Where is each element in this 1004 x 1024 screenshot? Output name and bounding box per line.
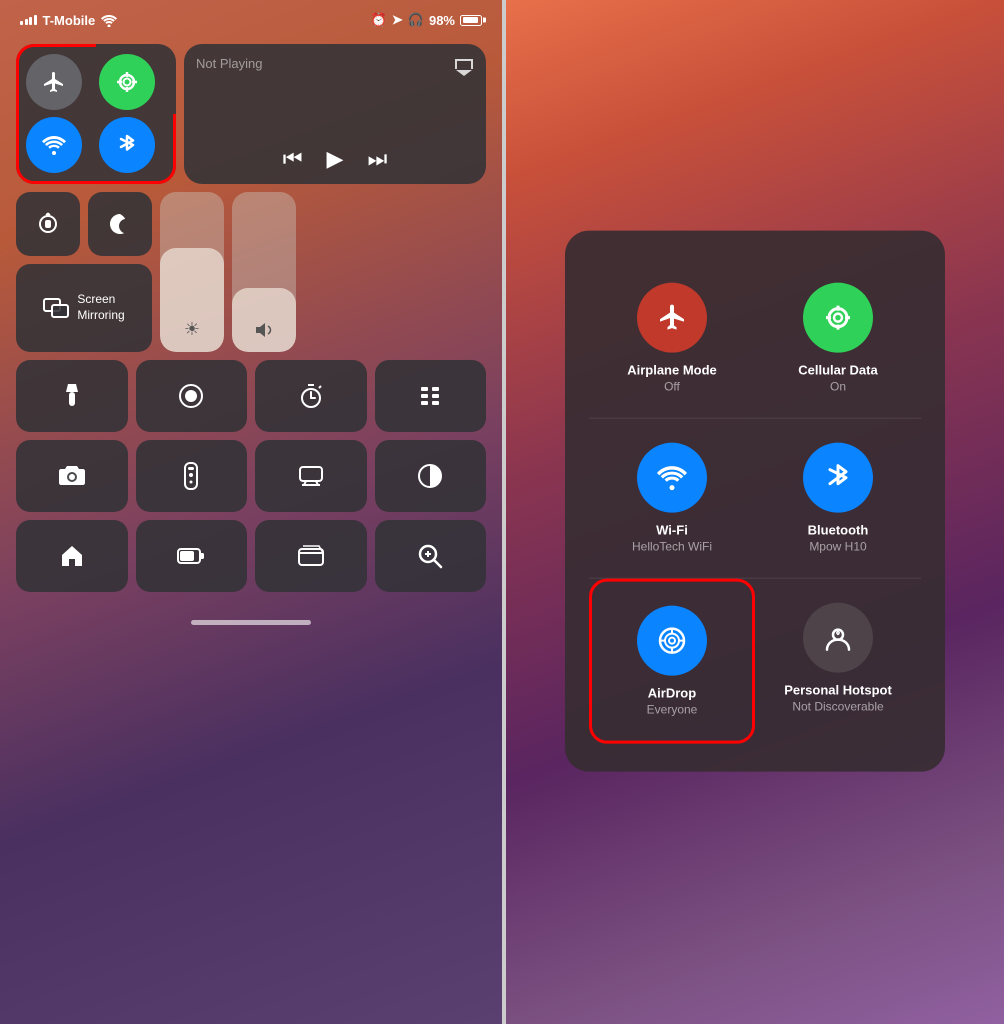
expanded-airdrop-item[interactable]: AirDrop Everyone <box>589 579 755 744</box>
status-left: T-Mobile <box>20 13 117 28</box>
airplay-icon[interactable] <box>454 56 474 76</box>
expanded-cellular-button[interactable] <box>803 283 873 353</box>
home-button[interactable] <box>16 520 128 592</box>
carrier-label: T-Mobile <box>43 13 96 28</box>
headphone-icon: 🎧 <box>408 12 424 28</box>
expanded-airdrop-label: AirDrop Everyone <box>647 686 698 717</box>
cellular-data-button[interactable] <box>99 54 155 110</box>
screen-record-button[interactable] <box>136 360 248 432</box>
expanded-bluetooth-button[interactable] <box>803 443 873 513</box>
expanded-wifi-item[interactable]: Wi-Fi HelloTech WiFi <box>589 419 755 578</box>
timer-button[interactable] <box>255 360 367 432</box>
lock-dnd-row <box>16 192 152 256</box>
contrast-button[interactable] <box>375 440 487 512</box>
brightness-slider[interactable]: ☀ <box>160 192 224 352</box>
camera-button[interactable] <box>16 440 128 512</box>
brightness-icon: ☀ <box>184 319 200 340</box>
grid-row-2 <box>16 440 486 512</box>
expanded-wifi-button[interactable] <box>637 443 707 513</box>
expanded-wifi-label: Wi-Fi HelloTech WiFi <box>632 523 712 554</box>
location-icon: ➤ <box>392 12 403 28</box>
status-bar: T-Mobile ⏰ ➤ 🎧 98% <box>0 0 502 36</box>
do-not-disturb-button[interactable] <box>88 192 152 256</box>
calculator-button[interactable] <box>375 360 487 432</box>
play-button[interactable]: ▶ <box>327 146 344 172</box>
remote-button[interactable] <box>136 440 248 512</box>
expanded-airplane-button[interactable] <box>637 283 707 353</box>
wallet-button[interactable] <box>255 520 367 592</box>
screen-mirroring-label: ScreenMirroring <box>77 292 124 323</box>
expanded-cellular-item[interactable]: Cellular Data On <box>755 259 921 418</box>
airplane-mode-button[interactable] <box>26 54 82 110</box>
right-panel: Airplane Mode Off Cellular Da <box>506 0 1004 1024</box>
bluetooth-button[interactable] <box>99 117 155 173</box>
control-center: Not Playing ⏮ ▶ ⏭ <box>0 36 502 608</box>
grid-row-1 <box>16 360 486 432</box>
expanded-airplane-item[interactable]: Airplane Mode Off <box>589 259 755 418</box>
mid-left: ScreenMirroring <box>16 192 152 352</box>
signal-bars <box>20 15 37 25</box>
top-row: Not Playing ⏮ ▶ ⏭ <box>16 44 486 184</box>
mid-row: ScreenMirroring ☀ <box>16 192 486 352</box>
expanded-hotspot-item[interactable]: Personal Hotspot Not Discoverable <box>755 579 921 744</box>
expanded-airdrop-button[interactable] <box>637 606 707 676</box>
now-playing-title: Not Playing <box>196 56 262 71</box>
expanded-connectivity-card: Airplane Mode Off Cellular Da <box>565 231 945 772</box>
next-button[interactable]: ⏭ <box>367 146 387 172</box>
expanded-bluetooth-item[interactable]: Bluetooth Mpow H10 <box>755 419 921 578</box>
battery-button[interactable] <box>136 520 248 592</box>
grid-row-3 <box>16 520 486 592</box>
screen-mirroring-icon <box>43 298 69 318</box>
expanded-airplane-label: Airplane Mode Off <box>627 363 717 394</box>
lock-rotation-button[interactable] <box>16 192 80 256</box>
status-right: ⏰ ➤ 🎧 98% <box>371 12 482 28</box>
home-bar <box>191 620 311 625</box>
expanded-grid: Airplane Mode Off Cellular Da <box>589 259 921 744</box>
playback-controls: ⏮ ▶ ⏭ <box>196 146 474 172</box>
sleep-button[interactable] <box>255 440 367 512</box>
expanded-bluetooth-label: Bluetooth Mpow H10 <box>808 523 869 554</box>
alarm-icon: ⏰ <box>371 12 387 28</box>
expanded-cellular-label: Cellular Data On <box>798 363 877 394</box>
left-panel: T-Mobile ⏰ ➤ 🎧 98% <box>0 0 502 1024</box>
wifi-button[interactable] <box>26 117 82 173</box>
battery-icon <box>460 15 482 26</box>
zoom-button[interactable] <box>375 520 487 592</box>
wifi-status-icon <box>101 14 117 27</box>
connectivity-panel <box>16 44 176 184</box>
battery-percentage: 98% <box>429 13 455 28</box>
expanded-hotspot-button[interactable] <box>803 603 873 673</box>
expanded-hotspot-label: Personal Hotspot Not Discoverable <box>784 683 892 714</box>
screen-mirroring-button[interactable]: ScreenMirroring <box>16 264 152 352</box>
now-playing-panel: Not Playing ⏮ ▶ ⏭ <box>184 44 486 184</box>
volume-icon <box>254 320 274 340</box>
flashlight-button[interactable] <box>16 360 128 432</box>
volume-slider[interactable] <box>232 192 296 352</box>
previous-button[interactable]: ⏮ <box>283 146 303 172</box>
home-indicator <box>0 608 502 631</box>
